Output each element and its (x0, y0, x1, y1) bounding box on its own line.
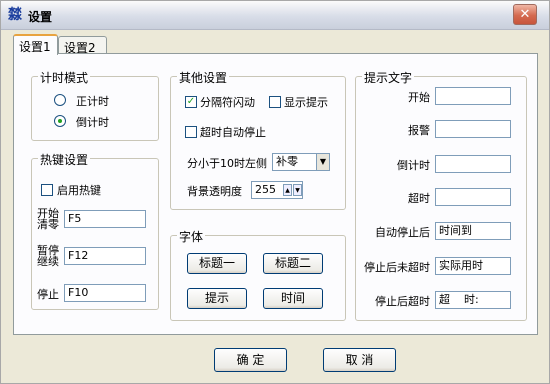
count-up-radio[interactable] (54, 94, 66, 106)
prompt-countdown-label: 倒计时 (397, 159, 430, 172)
settings-window: 㵘 设置 ✕ 设置1 设置2 计时模式 正计时 倒计时 热键设置 启用热键 开始… (0, 0, 550, 384)
hotkey-title: 热键设置 (38, 151, 91, 168)
opacity-value: 255 (255, 183, 276, 196)
title-bar[interactable]: 㵘 设置 ✕ (1, 1, 549, 30)
close-icon: ✕ (519, 7, 531, 22)
minutes-pad-select[interactable]: 补零 ▼ (272, 153, 330, 171)
tab-panel: 计时模式 正计时 倒计时 热键设置 启用热键 开始清零 F5 暂停继续 F12 … (13, 53, 538, 335)
font-title: 字体 (177, 228, 206, 245)
count-up-label: 正计时 (76, 95, 109, 108)
font-time-button[interactable]: 时间 (263, 288, 323, 309)
minutes-pad-label: 分小于10时左侧 (187, 157, 267, 170)
opacity-spinner[interactable]: 255 ▲ ▼ (251, 181, 303, 199)
start-reset-hotkey-input[interactable]: F5 (64, 210, 146, 228)
chevron-down-icon[interactable]: ▼ (316, 154, 329, 170)
show-tip-checkbox[interactable] (269, 96, 281, 108)
close-button[interactable]: ✕ (513, 4, 537, 25)
prompt-stop-overtime-label: 停止后超时 (375, 295, 430, 308)
spin-up-icon[interactable]: ▲ (283, 184, 292, 196)
prompt-text-group: 提示文字 开始 报警 倒计时 超时 自动停止后 时间到 停止后未超时 实际用时 … (355, 69, 527, 321)
start-reset-label: 开始清零 (37, 207, 59, 231)
window-title: 设置 (28, 10, 53, 24)
app-icon: 㵘 (8, 7, 22, 23)
prompt-overtime-input[interactable] (435, 188, 511, 206)
timing-mode-title: 计时模式 (38, 69, 91, 86)
pause-resume-hotkey-input[interactable]: F12 (64, 247, 146, 265)
stop-label: 停止 (37, 288, 59, 301)
cancel-button[interactable]: 取 消 (323, 348, 396, 372)
enable-hotkey-checkbox[interactable] (41, 184, 53, 196)
prompt-autostop-label: 自动停止后 (375, 226, 430, 239)
tab-settings-1[interactable]: 设置1 (13, 34, 58, 55)
count-down-label: 倒计时 (76, 116, 109, 129)
separator-blink-checkbox[interactable]: ✓ (185, 96, 197, 108)
prompt-start-label: 开始 (408, 91, 430, 104)
ok-button[interactable]: 确 定 (214, 348, 287, 372)
opacity-label: 背景透明度 (187, 185, 242, 198)
font-title1-button[interactable]: 标题一 (187, 253, 247, 274)
prompt-stop-overtime-input[interactable]: 超 时: (435, 291, 511, 309)
separator-blink-label: 分隔符闪动 (200, 96, 255, 109)
prompt-alarm-input[interactable] (435, 120, 511, 138)
spin-down-icon[interactable]: ▼ (293, 184, 302, 196)
count-down-radio[interactable] (54, 115, 66, 127)
prompt-autostop-input[interactable]: 时间到 (435, 222, 511, 240)
prompt-start-input[interactable] (435, 87, 511, 105)
enable-hotkey-label: 启用热键 (57, 184, 101, 197)
prompt-countdown-input[interactable] (435, 155, 511, 173)
font-title2-button[interactable]: 标题二 (263, 253, 323, 274)
pause-resume-label: 暂停继续 (37, 244, 59, 268)
tab-label: 设置1 (19, 40, 51, 54)
show-tip-label: 显示提示 (284, 96, 328, 109)
minutes-pad-value: 补零 (276, 155, 298, 168)
auto-stop-label: 超时自动停止 (200, 126, 266, 139)
stop-hotkey-input[interactable]: F10 (64, 284, 146, 302)
timing-mode-group: 计时模式 正计时 倒计时 (31, 69, 159, 141)
other-settings-title: 其他设置 (177, 69, 230, 86)
prompt-stop-not-overtime-label: 停止后未超时 (364, 261, 430, 274)
prompt-text-title: 提示文字 (362, 69, 415, 86)
auto-stop-checkbox[interactable] (185, 126, 197, 138)
hotkey-group: 热键设置 启用热键 开始清零 F5 暂停继续 F12 停止 F10 (31, 151, 159, 310)
prompt-alarm-label: 报警 (408, 124, 430, 137)
prompt-overtime-label: 超时 (408, 192, 430, 205)
font-tip-button[interactable]: 提示 (187, 288, 247, 309)
font-group: 字体 标题一 标题二 提示 时间 (170, 228, 346, 321)
prompt-stop-not-overtime-input[interactable]: 实际用时 (435, 257, 511, 275)
other-settings-group: 其他设置 ✓ 分隔符闪动 显示提示 超时自动停止 分小于10时左侧 补零 ▼ 背… (170, 69, 346, 210)
